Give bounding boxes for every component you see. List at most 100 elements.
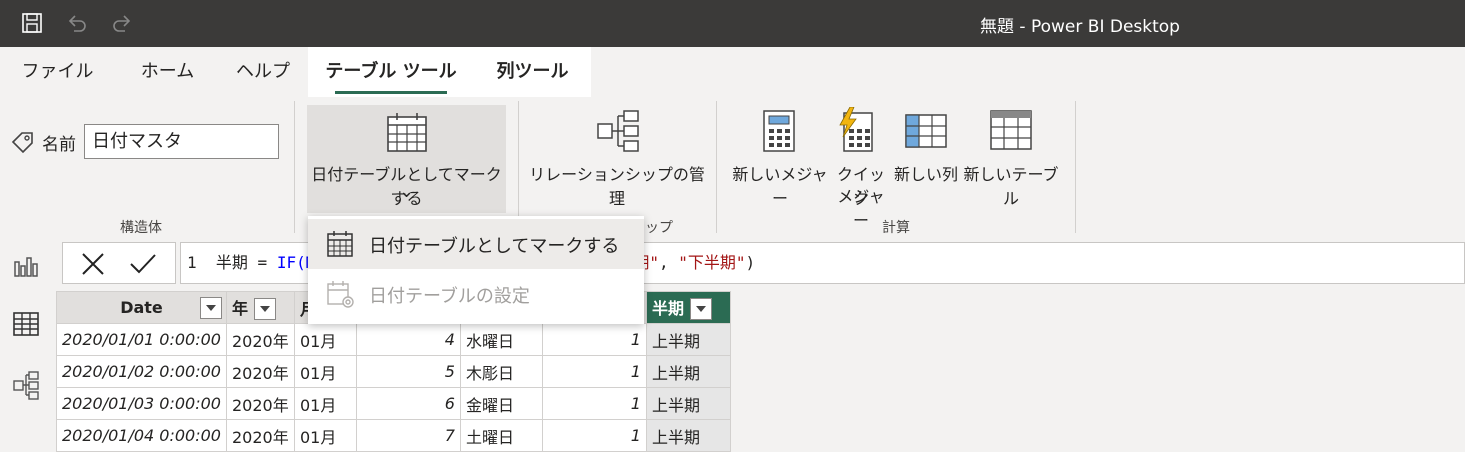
cell-month[interactable]: 01月 bbox=[293, 387, 357, 420]
formula-separator: , bbox=[658, 253, 679, 272]
cell-weekday[interactable]: 水曜日 bbox=[459, 323, 543, 356]
ribbon-separator bbox=[716, 101, 717, 233]
manage-relationships-label: リレーションシップの管理 bbox=[529, 165, 705, 208]
new-measure-button[interactable]: 新しいメジャー bbox=[730, 105, 830, 208]
new-table-label: 新しいテーブル bbox=[963, 165, 1059, 208]
new-table-icon bbox=[989, 109, 1033, 155]
formula-buttons bbox=[62, 242, 176, 284]
table-row: 2020/01/04 0:00:00 2020年 01月 7 土曜日 1 上半期 bbox=[56, 419, 731, 452]
save-icon[interactable] bbox=[18, 10, 46, 36]
cell-weekday[interactable]: 金曜日 bbox=[459, 387, 543, 420]
new-column-icon bbox=[904, 113, 948, 153]
calendar-icon bbox=[386, 111, 428, 157]
formula-end: ) bbox=[745, 253, 756, 272]
cell-date[interactable]: 2020/01/01 0:00:00 bbox=[56, 323, 227, 356]
manage-relationships-button[interactable]: リレーションシップの管理 bbox=[526, 105, 708, 208]
menu-item-date-table-settings[interactable]: 日付テーブルの設定 bbox=[308, 269, 644, 319]
tab-help[interactable]: ヘルプ bbox=[222, 47, 304, 97]
title-bar: 無題 - Power BI Desktop bbox=[0, 0, 1465, 47]
cell-year[interactable]: 2020年 bbox=[225, 387, 295, 420]
table-row: 2020/01/03 0:00:00 2020年 01月 6 金曜日 1 上半期 bbox=[56, 387, 731, 420]
cell-date[interactable]: 2020/01/03 0:00:00 bbox=[56, 387, 227, 420]
cell-half-num[interactable]: 1 bbox=[541, 387, 647, 420]
tab-file[interactable]: ファイル bbox=[10, 47, 105, 97]
table-row: 2020/01/01 0:00:00 2020年 01月 4 水曜日 1 上半期 bbox=[56, 323, 731, 356]
cell-weekday-num[interactable]: 4 bbox=[355, 323, 461, 356]
cell-half[interactable]: 上半期 bbox=[645, 355, 731, 388]
new-measure-label: 新しいメジャー bbox=[732, 165, 828, 208]
new-table-button[interactable]: 新しいテーブル bbox=[961, 105, 1061, 208]
cell-half[interactable]: 上半期 bbox=[645, 323, 731, 356]
filter-dropdown-icon[interactable] bbox=[254, 298, 276, 321]
commit-formula-icon[interactable] bbox=[129, 252, 157, 280]
cell-weekday-num[interactable]: 5 bbox=[355, 355, 461, 388]
cell-year[interactable]: 2020年 bbox=[225, 355, 295, 388]
cell-half[interactable]: 上半期 bbox=[645, 387, 731, 420]
menu-item-label: 日付テーブルの設定 bbox=[369, 286, 530, 307]
cell-weekday[interactable]: 土曜日 bbox=[459, 419, 543, 452]
cell-half-num[interactable]: 1 bbox=[541, 419, 647, 452]
redo-icon[interactable] bbox=[108, 10, 136, 36]
tab-home[interactable]: ホーム bbox=[125, 47, 210, 97]
quick-measure-button[interactable]: クイック メジャー bbox=[830, 105, 892, 230]
new-column-button[interactable]: 新しい列 bbox=[892, 105, 960, 205]
formula-string-2: "下半期" bbox=[678, 253, 746, 272]
column-header-label: Date bbox=[120, 298, 163, 317]
menu-item-mark-as-date-table[interactable]: 日付テーブルとしてマークする bbox=[308, 219, 644, 269]
column-header-label: 年 bbox=[231, 298, 248, 318]
cell-year[interactable]: 2020年 bbox=[225, 419, 295, 452]
group-label-relationships: ップ bbox=[645, 220, 673, 236]
column-header-label: 半期 bbox=[651, 298, 684, 318]
ribbon-tabs: ファイル ホーム ヘルプ テーブル ツール 列ツール bbox=[0, 47, 1465, 97]
table-row: 2020/01/02 0:00:00 2020年 01月 5 木彫日 1 上半期 bbox=[56, 355, 731, 388]
mark-as-date-table-menu: 日付テーブルとしてマークする 日付テーブルの設定 bbox=[308, 216, 644, 324]
table-name-input[interactable]: 日付マスタ bbox=[84, 124, 279, 159]
calendar-icon bbox=[326, 230, 354, 262]
filter-dropdown-icon[interactable] bbox=[690, 298, 712, 321]
cell-half-num[interactable]: 1 bbox=[541, 323, 647, 356]
undo-icon[interactable] bbox=[63, 10, 91, 36]
name-label: 名前 bbox=[42, 135, 76, 155]
data-view-icon[interactable] bbox=[12, 310, 40, 338]
relationships-icon bbox=[596, 109, 640, 157]
data-view: 1 半期 = IF(M期", "下半期") Date 年 月 半期 2020/0… bbox=[0, 238, 1465, 452]
cell-date[interactable]: 2020/01/02 0:00:00 bbox=[56, 355, 227, 388]
cell-half[interactable]: 上半期 bbox=[645, 419, 731, 452]
cell-month[interactable]: 01月 bbox=[293, 419, 357, 452]
ribbon-separator bbox=[518, 101, 519, 233]
formula-line-number: 1 bbox=[187, 253, 197, 272]
filter-dropdown-icon[interactable] bbox=[199, 297, 222, 319]
column-header-year[interactable]: 年 bbox=[225, 291, 295, 324]
mark-as-date-table-button[interactable]: 日付テーブルとしてマークする ⌄ bbox=[307, 105, 506, 213]
column-header-half[interactable]: 半期 bbox=[645, 291, 731, 324]
tab-column-tools[interactable]: 列ツール bbox=[474, 47, 591, 97]
cell-weekday-num[interactable]: 6 bbox=[355, 387, 461, 420]
tag-icon bbox=[10, 131, 36, 159]
cell-month[interactable]: 01月 bbox=[293, 355, 357, 388]
window-title: 無題 - Power BI Desktop bbox=[980, 17, 1180, 37]
group-label-calculations: 計算 bbox=[882, 220, 910, 236]
tab-table-tools-label: テーブル ツール bbox=[325, 61, 457, 82]
cell-weekday-num[interactable]: 7 bbox=[355, 419, 461, 452]
calculator-icon bbox=[762, 109, 796, 157]
active-tab-underline bbox=[335, 91, 447, 94]
cell-date[interactable]: 2020/01/04 0:00:00 bbox=[56, 419, 227, 452]
cell-weekday[interactable]: 木彫日 bbox=[459, 355, 543, 388]
cell-month[interactable]: 01月 bbox=[293, 323, 357, 356]
left-nav bbox=[0, 238, 52, 452]
column-header-date[interactable]: Date bbox=[56, 291, 227, 324]
ribbon: 名前 日付マスタ 構造体 日付テーブルとしてマークする ⌄ リレーションシップの… bbox=[0, 97, 1465, 238]
cell-half-num[interactable]: 1 bbox=[541, 355, 647, 388]
cancel-formula-icon[interactable] bbox=[81, 252, 105, 280]
menu-item-label: 日付テーブルとしてマークする bbox=[369, 236, 620, 257]
quick-measure-icon bbox=[836, 106, 876, 157]
group-label-structure: 構造体 bbox=[120, 220, 162, 236]
date-settings-icon bbox=[326, 280, 356, 314]
chevron-down-icon: ⌄ bbox=[398, 181, 415, 202]
report-view-icon[interactable] bbox=[12, 252, 40, 280]
formula-text-prefix: 半期 = bbox=[215, 253, 277, 272]
model-view-icon[interactable] bbox=[12, 370, 40, 400]
cell-year[interactable]: 2020年 bbox=[225, 323, 295, 356]
tab-table-tools[interactable]: テーブル ツール bbox=[308, 47, 474, 97]
ribbon-separator bbox=[294, 101, 295, 233]
